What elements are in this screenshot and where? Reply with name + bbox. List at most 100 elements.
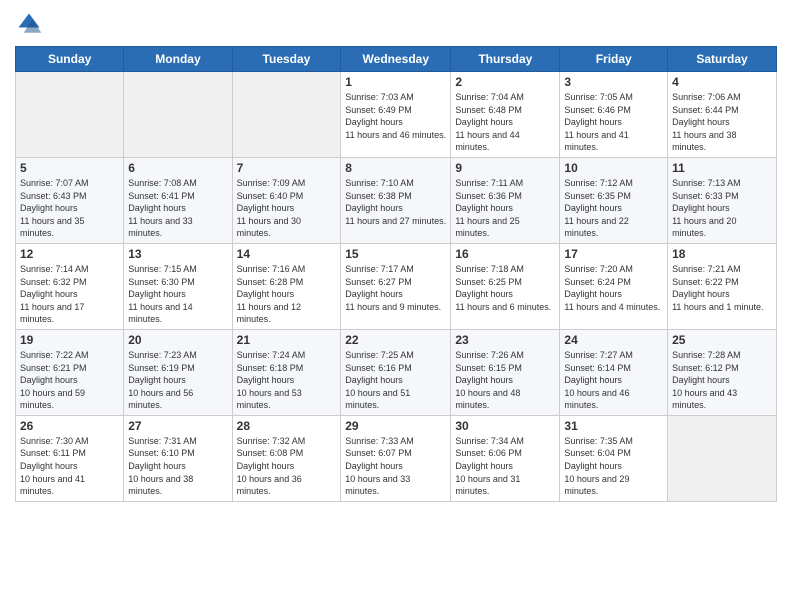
calendar-table: SundayMondayTuesdayWednesdayThursdayFrid… [15,46,777,502]
day-info: Sunrise: 7:06 AM Sunset: 6:44 PM Dayligh… [672,91,772,154]
day-info: Sunrise: 7:10 AM Sunset: 6:38 PM Dayligh… [345,177,446,227]
weekday-header: Monday [124,47,232,72]
weekday-header: Friday [560,47,668,72]
calendar-cell: 21 Sunrise: 7:24 AM Sunset: 6:18 PM Dayl… [232,329,341,415]
calendar-cell: 18 Sunrise: 7:21 AM Sunset: 6:22 PM Dayl… [668,243,777,329]
day-info: Sunrise: 7:28 AM Sunset: 6:12 PM Dayligh… [672,349,772,412]
calendar-cell: 31 Sunrise: 7:35 AM Sunset: 6:04 PM Dayl… [560,415,668,501]
day-number: 16 [455,247,555,261]
day-info: Sunrise: 7:13 AM Sunset: 6:33 PM Dayligh… [672,177,772,240]
calendar-cell: 11 Sunrise: 7:13 AM Sunset: 6:33 PM Dayl… [668,157,777,243]
day-info: Sunrise: 7:14 AM Sunset: 6:32 PM Dayligh… [20,263,119,326]
day-number: 8 [345,161,446,175]
day-info: Sunrise: 7:04 AM Sunset: 6:48 PM Dayligh… [455,91,555,154]
day-number: 31 [564,419,663,433]
header [15,10,777,38]
day-number: 28 [237,419,337,433]
logo-icon [15,10,43,38]
calendar-cell: 16 Sunrise: 7:18 AM Sunset: 6:25 PM Dayl… [451,243,560,329]
calendar-week-row: 5 Sunrise: 7:07 AM Sunset: 6:43 PM Dayli… [16,157,777,243]
weekday-header: Tuesday [232,47,341,72]
calendar-cell: 5 Sunrise: 7:07 AM Sunset: 6:43 PM Dayli… [16,157,124,243]
weekday-header: Thursday [451,47,560,72]
day-info: Sunrise: 7:15 AM Sunset: 6:30 PM Dayligh… [128,263,227,326]
weekday-header: Saturday [668,47,777,72]
day-number: 12 [20,247,119,261]
calendar-cell: 6 Sunrise: 7:08 AM Sunset: 6:41 PM Dayli… [124,157,232,243]
day-number: 4 [672,75,772,89]
calendar-cell: 9 Sunrise: 7:11 AM Sunset: 6:36 PM Dayli… [451,157,560,243]
day-number: 15 [345,247,446,261]
day-number: 18 [672,247,772,261]
day-number: 17 [564,247,663,261]
calendar-cell: 19 Sunrise: 7:22 AM Sunset: 6:21 PM Dayl… [16,329,124,415]
day-info: Sunrise: 7:22 AM Sunset: 6:21 PM Dayligh… [20,349,119,412]
day-number: 20 [128,333,227,347]
calendar-cell: 13 Sunrise: 7:15 AM Sunset: 6:30 PM Dayl… [124,243,232,329]
day-info: Sunrise: 7:12 AM Sunset: 6:35 PM Dayligh… [564,177,663,240]
day-number: 19 [20,333,119,347]
day-info: Sunrise: 7:11 AM Sunset: 6:36 PM Dayligh… [455,177,555,240]
logo [15,10,47,38]
day-info: Sunrise: 7:17 AM Sunset: 6:27 PM Dayligh… [345,263,446,313]
calendar-week-row: 1 Sunrise: 7:03 AM Sunset: 6:49 PM Dayli… [16,72,777,158]
day-number: 23 [455,333,555,347]
calendar-cell: 30 Sunrise: 7:34 AM Sunset: 6:06 PM Dayl… [451,415,560,501]
weekday-header: Sunday [16,47,124,72]
calendar-cell: 10 Sunrise: 7:12 AM Sunset: 6:35 PM Dayl… [560,157,668,243]
calendar-cell [124,72,232,158]
day-info: Sunrise: 7:27 AM Sunset: 6:14 PM Dayligh… [564,349,663,412]
day-info: Sunrise: 7:30 AM Sunset: 6:11 PM Dayligh… [20,435,119,498]
day-info: Sunrise: 7:21 AM Sunset: 6:22 PM Dayligh… [672,263,772,313]
day-number: 2 [455,75,555,89]
calendar-cell: 14 Sunrise: 7:16 AM Sunset: 6:28 PM Dayl… [232,243,341,329]
day-number: 25 [672,333,772,347]
calendar-cell: 1 Sunrise: 7:03 AM Sunset: 6:49 PM Dayli… [341,72,451,158]
day-number: 13 [128,247,227,261]
calendar-cell [668,415,777,501]
page: SundayMondayTuesdayWednesdayThursdayFrid… [0,0,792,517]
day-info: Sunrise: 7:18 AM Sunset: 6:25 PM Dayligh… [455,263,555,313]
day-number: 24 [564,333,663,347]
weekday-header: Wednesday [341,47,451,72]
calendar-cell: 27 Sunrise: 7:31 AM Sunset: 6:10 PM Dayl… [124,415,232,501]
calendar-cell: 17 Sunrise: 7:20 AM Sunset: 6:24 PM Dayl… [560,243,668,329]
day-info: Sunrise: 7:24 AM Sunset: 6:18 PM Dayligh… [237,349,337,412]
day-number: 26 [20,419,119,433]
day-number: 5 [20,161,119,175]
calendar-cell: 2 Sunrise: 7:04 AM Sunset: 6:48 PM Dayli… [451,72,560,158]
day-number: 6 [128,161,227,175]
day-number: 10 [564,161,663,175]
day-info: Sunrise: 7:32 AM Sunset: 6:08 PM Dayligh… [237,435,337,498]
day-info: Sunrise: 7:16 AM Sunset: 6:28 PM Dayligh… [237,263,337,326]
day-info: Sunrise: 7:34 AM Sunset: 6:06 PM Dayligh… [455,435,555,498]
day-number: 9 [455,161,555,175]
day-info: Sunrise: 7:35 AM Sunset: 6:04 PM Dayligh… [564,435,663,498]
day-number: 1 [345,75,446,89]
day-info: Sunrise: 7:05 AM Sunset: 6:46 PM Dayligh… [564,91,663,154]
calendar-cell: 15 Sunrise: 7:17 AM Sunset: 6:27 PM Dayl… [341,243,451,329]
day-number: 14 [237,247,337,261]
day-number: 27 [128,419,227,433]
calendar-cell: 8 Sunrise: 7:10 AM Sunset: 6:38 PM Dayli… [341,157,451,243]
calendar-cell: 23 Sunrise: 7:26 AM Sunset: 6:15 PM Dayl… [451,329,560,415]
day-info: Sunrise: 7:08 AM Sunset: 6:41 PM Dayligh… [128,177,227,240]
calendar-cell: 28 Sunrise: 7:32 AM Sunset: 6:08 PM Dayl… [232,415,341,501]
calendar-cell [16,72,124,158]
day-number: 21 [237,333,337,347]
calendar-cell: 22 Sunrise: 7:25 AM Sunset: 6:16 PM Dayl… [341,329,451,415]
day-info: Sunrise: 7:07 AM Sunset: 6:43 PM Dayligh… [20,177,119,240]
calendar-cell [232,72,341,158]
calendar-cell: 24 Sunrise: 7:27 AM Sunset: 6:14 PM Dayl… [560,329,668,415]
day-number: 30 [455,419,555,433]
day-info: Sunrise: 7:03 AM Sunset: 6:49 PM Dayligh… [345,91,446,141]
calendar-week-row: 12 Sunrise: 7:14 AM Sunset: 6:32 PM Dayl… [16,243,777,329]
calendar-cell: 4 Sunrise: 7:06 AM Sunset: 6:44 PM Dayli… [668,72,777,158]
day-info: Sunrise: 7:20 AM Sunset: 6:24 PM Dayligh… [564,263,663,313]
calendar-cell: 7 Sunrise: 7:09 AM Sunset: 6:40 PM Dayli… [232,157,341,243]
day-number: 22 [345,333,446,347]
calendar-cell: 29 Sunrise: 7:33 AM Sunset: 6:07 PM Dayl… [341,415,451,501]
weekday-header-row: SundayMondayTuesdayWednesdayThursdayFrid… [16,47,777,72]
day-info: Sunrise: 7:31 AM Sunset: 6:10 PM Dayligh… [128,435,227,498]
day-number: 3 [564,75,663,89]
